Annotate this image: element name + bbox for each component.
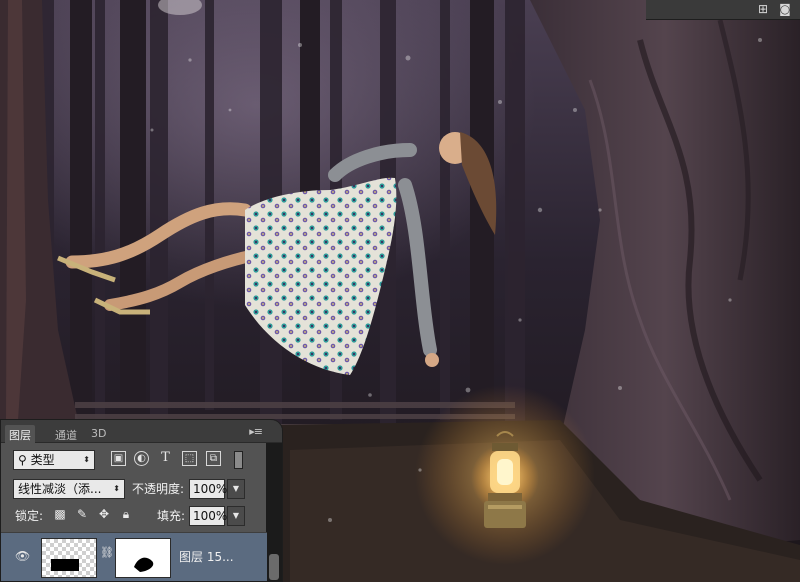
layer-name[interactable]: 图层 15... xyxy=(179,548,234,565)
search-icon: ⚲ xyxy=(18,453,27,467)
arrange-icon[interactable]: ⊞ xyxy=(756,2,770,16)
tab-layers[interactable]: 图层 xyxy=(5,425,35,443)
layer-thumbnail-fill xyxy=(51,559,79,571)
chevron-updown-icon: ⬍ xyxy=(83,455,90,464)
shape-icon[interactable]: ⬚ xyxy=(182,451,197,466)
lock-row: 锁定: ▩ ✎ ✥ 🔒︎ 填充: 100% ▼ xyxy=(1,504,267,530)
chevron-updown-icon: ⬍ xyxy=(113,484,120,493)
blend-mode-select[interactable]: 线性减淡（添... ⬍ xyxy=(13,479,125,499)
layer-row[interactable]: 👁︎ ⛓︎ 图层 15... xyxy=(1,532,267,581)
opacity-label: 不透明度: xyxy=(132,482,185,496)
adjustment-circle-icon[interactable]: ◐ xyxy=(134,451,149,466)
tab-3d[interactable]: 3D xyxy=(87,425,110,443)
smart-object-icon[interactable]: ⧉ xyxy=(206,451,221,466)
layer-mask-thumbnail[interactable] xyxy=(115,538,171,578)
chain-link-icon[interactable]: ⛓︎ xyxy=(100,546,114,559)
panel-tabs: 图层 通道 3D ▸≡ xyxy=(1,420,282,443)
lock-transparency-icon[interactable]: ▩ xyxy=(53,507,67,521)
mask-shape xyxy=(134,557,154,572)
lock-move-icon[interactable]: ✥ xyxy=(97,507,111,521)
menu-lines-icon[interactable]: ▸≡ xyxy=(249,425,263,438)
panel-scrollbar[interactable] xyxy=(267,550,281,581)
fill-dropdown-icon[interactable]: ▼ xyxy=(227,506,245,526)
opacity-dropdown-icon[interactable]: ▼ xyxy=(227,479,245,499)
eye-visibility-icon[interactable]: 👁︎ xyxy=(15,549,31,563)
blend-mode-value: 线性减淡（添... xyxy=(18,482,102,496)
image-icon[interactable]: ▣ xyxy=(111,451,126,466)
tab-channels[interactable]: 通道 xyxy=(51,425,81,443)
filter-toggle-icon[interactable] xyxy=(234,451,243,469)
layers-panel: 图层 通道 3D ▸≡ ⚲ 类型 ⬍ ▣ ◐ T ⬚ ⧉ 线性减淡（添... ⬍… xyxy=(0,419,283,582)
filter-kind-select[interactable]: ⚲ 类型 ⬍ xyxy=(13,450,95,470)
opacity-input[interactable]: 100% xyxy=(189,479,227,499)
blend-row: 线性减淡（添... ⬍ 不透明度: 100% ▼ xyxy=(1,476,267,502)
filter-row: ⚲ 类型 ⬍ ▣ ◐ T ⬚ ⧉ xyxy=(1,448,267,474)
top-toolbar-strip: ⊞ ◙ xyxy=(646,0,800,20)
fill-label: 填充: xyxy=(157,509,186,523)
lock-all-icon[interactable]: 🔒︎ xyxy=(119,507,133,521)
camera-icon[interactable]: ◙ xyxy=(778,2,792,16)
scrollbar-thumb[interactable] xyxy=(269,554,279,580)
fill-input[interactable]: 100% xyxy=(189,506,227,526)
type-T-icon[interactable]: T xyxy=(158,451,173,466)
lock-label: 锁定: xyxy=(15,509,44,523)
layer-thumbnail[interactable] xyxy=(41,538,97,578)
filter-kind-label: 类型 xyxy=(30,453,55,467)
lock-brush-icon[interactable]: ✎ xyxy=(75,507,89,521)
